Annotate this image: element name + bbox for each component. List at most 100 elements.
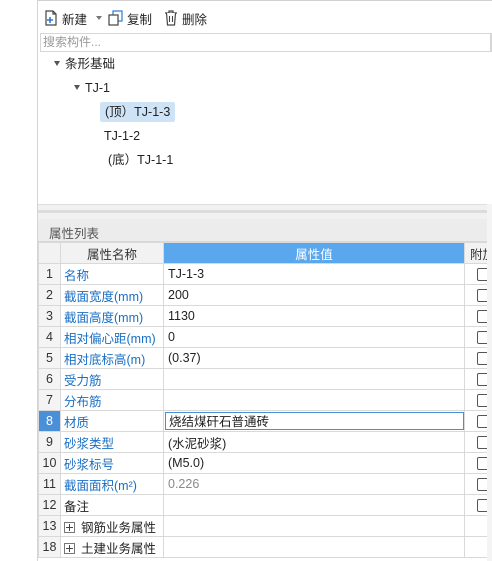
property-value[interactable] [163,368,465,390]
property-name: 砂浆标号 [60,452,164,474]
row-number: 13 [38,515,61,537]
row-number: 8 [38,410,61,432]
trash-icon [165,10,177,26]
properties-header: 属性列表 [38,219,492,242]
row-number: 6 [38,368,61,390]
chevron-down-icon[interactable] [74,85,80,91]
row-number: 2 [38,284,61,306]
copy-button[interactable]: 复制 [108,9,152,27]
toolbar: 新建 复制 删除 [38,0,492,34]
new-button[interactable]: 新建 [44,9,87,27]
component-tree: 条形基础 TJ-1 (顶）TJ-1-3 TJ-1-2 (底）TJ-1-1 [38,52,492,204]
property-value[interactable] [163,494,465,516]
property-group-label: 土建业务属性 [81,541,157,556]
row-number: 12 [38,494,61,516]
row-number: 4 [38,326,61,348]
table-row-active[interactable]: 8 材质 烧结煤矸石普通砖 [38,410,492,432]
new-button-label: 新建 [62,12,88,27]
property-group[interactable]: 土建业务属性 [60,536,164,558]
tree-node-group[interactable]: TJ-1 [74,78,110,98]
splitter-grip [38,210,492,213]
property-value[interactable]: TJ-1-3 [163,263,465,285]
property-name: 相对偏心距(mm) [60,326,164,348]
search-box [40,33,492,52]
row-number: 18 [38,536,61,558]
table-row[interactable]: 3 截面高度(mm) 1130 [38,305,492,327]
table-row[interactable]: 10 砂浆标号 (M5.0) [38,452,492,474]
tree-item-label: TJ-1-2 [104,129,141,143]
table-row[interactable]: 7 分布筋 [38,389,492,411]
tree-item-selected[interactable]: (顶）TJ-1-3 [100,102,176,122]
row-number: 1 [38,263,61,285]
new-document-icon [45,10,57,26]
property-name: 截面宽度(mm) [60,284,164,306]
column-header-value[interactable]: 属性值 [163,242,465,264]
property-name: 相对底标高(m) [60,347,164,369]
property-group-label: 钢筋业务属性 [81,520,157,535]
table-row[interactable]: 1 名称 TJ-1-3 [38,263,492,285]
property-name: 受力筋 [60,368,164,390]
property-value-readonly: 0.226 [163,473,465,495]
tree-node-root[interactable]: 条形基础 [54,54,115,74]
expand-plus-icon[interactable] [64,542,75,554]
search-input[interactable] [41,34,473,49]
table-row[interactable]: 2 截面宽度(mm) 200 [38,284,492,306]
table-row[interactable]: 6 受力筋 [38,368,492,390]
property-name: 名称 [60,263,164,285]
search-divider [490,34,491,51]
property-value[interactable]: 0 [163,326,465,348]
row-number: 10 [38,452,61,474]
property-group[interactable]: 钢筋业务属性 [60,515,164,537]
table-group-row[interactable]: 13 钢筋业务属性 [38,515,492,537]
properties-title: 属性列表 [49,227,100,241]
row-number: 9 [38,431,61,453]
row-number-header [38,242,61,264]
tree-node-root-label: 条形基础 [65,57,116,71]
property-name: 砂浆类型 [60,431,164,453]
row-number: 3 [38,305,61,327]
copy-icon [108,10,123,26]
delete-button-label: 删除 [182,12,208,27]
property-value[interactable]: 1130 [163,305,465,327]
left-panel-edge [0,0,38,561]
tree-node-group-label: TJ-1 [85,81,110,95]
property-value[interactable]: (M5.0) [163,452,465,474]
row-number: 7 [38,389,61,411]
property-value[interactable] [163,389,465,411]
table-row[interactable]: 12 备注 [38,494,492,516]
panel-splitter[interactable] [38,204,492,220]
chevron-down-icon[interactable] [54,61,60,67]
property-value-cell: 烧结煤矸石普通砖 [163,410,465,432]
property-name: 材质 [60,410,164,432]
copy-button-label: 复制 [127,12,153,27]
property-value-editor[interactable]: 烧结煤矸石普通砖 [165,412,464,430]
new-dropdown-icon[interactable] [96,16,102,20]
property-name: 截面高度(mm) [60,305,164,327]
tree-item-label: (顶）TJ-1-3 [105,105,171,119]
delete-button[interactable]: 删除 [164,9,207,27]
property-table: 属性名称 属性值 附加 1 名称 TJ-1-3 2 截面宽度(mm) 200 3… [38,242,492,558]
property-value [163,515,465,537]
table-header-row: 属性名称 属性值 附加 [38,242,492,264]
property-name: 分布筋 [60,389,164,411]
property-value [163,536,465,558]
table-row[interactable]: 5 相对底标高(m) (0.37) [38,347,492,369]
property-value[interactable]: (水泥砂浆) [163,431,465,453]
table-row[interactable]: 11 截面面积(m²) 0.226 [38,473,492,495]
tree-item[interactable]: TJ-1-2 [104,126,140,146]
row-number: 5 [38,347,61,369]
expand-plus-icon[interactable] [64,521,75,533]
table-row[interactable]: 4 相对偏心距(mm) 0 [38,326,492,348]
column-header-name[interactable]: 属性名称 [60,242,164,264]
property-value[interactable]: (0.37) [163,347,465,369]
table-row[interactable]: 9 砂浆类型 (水泥砂浆) [38,431,492,453]
table-group-row[interactable]: 18 土建业务属性 [38,536,492,558]
property-value[interactable]: 200 [163,284,465,306]
property-name: 备注 [60,494,164,516]
component-panel: 新建 复制 删除 条形基础 TJ-1 [38,0,492,561]
vertical-scrollbar[interactable] [487,204,492,561]
row-number: 11 [38,473,61,495]
tree-item-label: (底）TJ-1-1 [108,153,174,167]
property-name: 截面面积(m²) [60,473,164,495]
tree-item[interactable]: (底）TJ-1-1 [108,150,173,170]
